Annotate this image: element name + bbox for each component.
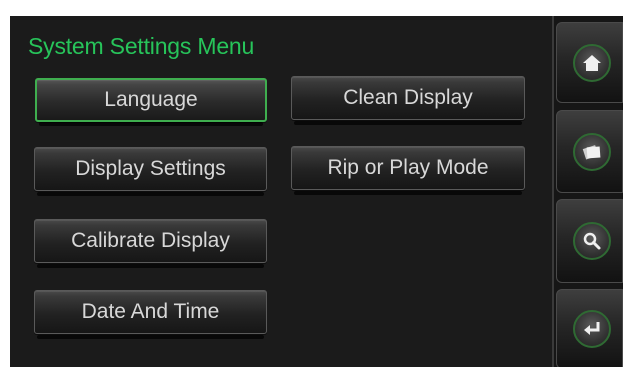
side-nav xyxy=(554,16,623,367)
rip-or-play-mode-button[interactable]: Rip or Play Mode xyxy=(291,146,525,195)
search-icon xyxy=(572,222,611,260)
clean-display-button-label: Clean Display xyxy=(343,86,473,109)
calibrate-display-button-label: Calibrate Display xyxy=(71,229,230,252)
language-button[interactable]: Language xyxy=(35,78,267,126)
display-settings-button[interactable]: Display Settings xyxy=(34,147,267,196)
device-screen: System Settings Menu Language Clean Disp… xyxy=(10,16,623,367)
home-icon xyxy=(572,43,611,82)
language-button-label: Language xyxy=(104,88,198,111)
menu-title: System Settings Menu xyxy=(28,33,255,59)
albums-icon xyxy=(572,132,611,171)
search-button[interactable] xyxy=(556,199,623,283)
albums-button[interactable] xyxy=(556,110,623,193)
clean-display-button[interactable]: Clean Display xyxy=(291,76,525,125)
back-button[interactable] xyxy=(556,289,623,367)
back-icon xyxy=(572,310,611,348)
calibrate-display-button[interactable]: Calibrate Display xyxy=(34,219,267,268)
home-button[interactable] xyxy=(556,22,623,103)
rip-or-play-mode-button-label: Rip or Play Mode xyxy=(327,156,489,179)
date-and-time-button-label: Date And Time xyxy=(81,300,220,323)
display-settings-button-label: Display Settings xyxy=(75,157,226,180)
settings-panel: System Settings Menu Language Clean Disp… xyxy=(10,16,552,367)
date-and-time-button[interactable]: Date And Time xyxy=(34,290,267,339)
